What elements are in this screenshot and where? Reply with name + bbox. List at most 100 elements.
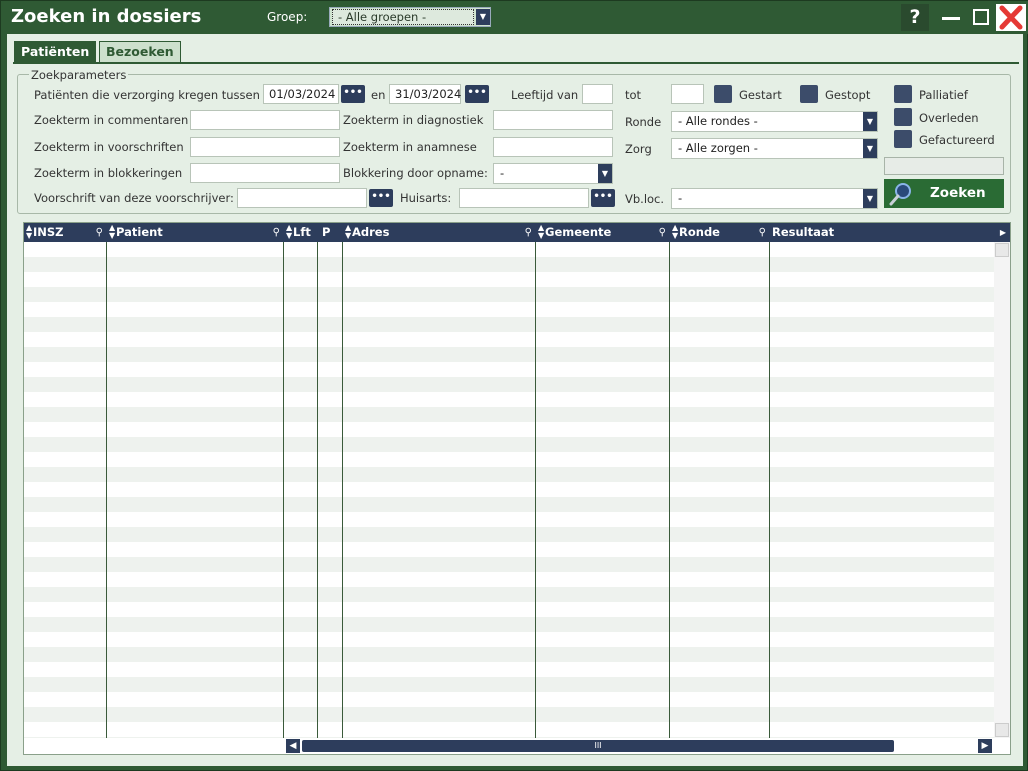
column-header-insz[interactable]: ▲ ▼ INSZ ⚲ bbox=[24, 223, 106, 242]
column-divider bbox=[535, 242, 536, 738]
vbloc-select[interactable]: - ▼ bbox=[671, 188, 878, 209]
overleden-checkbox[interactable] bbox=[894, 108, 912, 126]
ronde-label: Ronde bbox=[625, 115, 662, 129]
scroll-up-button[interactable] bbox=[995, 243, 1009, 257]
groep-select-value: - Alle groepen - bbox=[332, 9, 474, 25]
sort-icon: ▲ ▼ bbox=[538, 223, 545, 240]
column-header-gemeente[interactable]: ▲ ▼ Gemeente ⚲ bbox=[536, 223, 669, 242]
title-bar: Zoeken in dossiers Groep: - Alle groepen… bbox=[1, 1, 1028, 34]
sort-icon: ▲ ▼ bbox=[345, 223, 352, 240]
column-divider bbox=[106, 242, 107, 738]
date-from-input[interactable]: 01/03/2024 bbox=[263, 84, 339, 104]
vertical-scrollbar[interactable] bbox=[994, 242, 1010, 738]
gestart-checkbox[interactable] bbox=[714, 85, 732, 103]
verzorging-label: Patiënten die verzorging kregen tussen bbox=[34, 88, 260, 102]
zoeken-label: Zoeken bbox=[930, 185, 986, 201]
voorschrijver-label: Voorschrift van deze voorschrijver: bbox=[34, 191, 234, 205]
search-icon[interactable]: ⚲ bbox=[659, 223, 666, 242]
column-header-p[interactable]: P bbox=[318, 223, 342, 242]
anamnese-input[interactable] bbox=[493, 137, 613, 157]
tab-bezoeken[interactable]: Bezoeken bbox=[99, 41, 181, 63]
chevron-down-icon[interactable]: ▼ bbox=[598, 164, 612, 183]
maximize-button[interactable] bbox=[967, 4, 995, 31]
close-button[interactable] bbox=[996, 4, 1026, 31]
huisarts-label: Huisarts: bbox=[400, 191, 452, 205]
column-divider bbox=[769, 242, 770, 738]
column-header-resultaat[interactable]: Resultaat bbox=[770, 223, 994, 242]
overleden-label: Overleden bbox=[919, 111, 979, 125]
vbloc-select-value: - bbox=[678, 191, 683, 205]
horizontal-scroll-thumb[interactable]: III bbox=[302, 740, 894, 752]
groep-select[interactable]: - Alle groepen - ▼ bbox=[329, 7, 491, 27]
results-grid: ▲ ▼ INSZ ⚲ ▲ ▼ Patient ⚲ ▲ ▼ Lft P ▲ ▼ A… bbox=[23, 222, 1011, 755]
main-content: Patiënten Bezoeken Zoekparameters Patiën… bbox=[7, 34, 1023, 766]
zorg-select[interactable]: - Alle zorgen - ▼ bbox=[671, 138, 878, 159]
date-to-input[interactable]: 31/03/2024 bbox=[389, 84, 461, 104]
ronde-select-value: - Alle rondes - bbox=[678, 114, 758, 128]
leeftijd-tot-input[interactable] bbox=[671, 84, 704, 104]
tab-patienten[interactable]: Patiënten bbox=[14, 41, 97, 63]
date-to-picker-button[interactable]: ••• bbox=[465, 85, 489, 103]
search-dossiers-window: Zoeken in dossiers Groep: - Alle groepen… bbox=[0, 0, 1028, 771]
palliatief-checkbox[interactable] bbox=[894, 85, 912, 103]
grid-rows bbox=[24, 242, 994, 738]
gefactureerd-label: Gefactureerd bbox=[919, 133, 995, 147]
chevron-right-icon[interactable]: ▶ bbox=[978, 739, 992, 753]
diagnostiek-input[interactable] bbox=[493, 110, 613, 130]
ronde-select[interactable]: - Alle rondes - ▼ bbox=[671, 111, 878, 132]
huisarts-input[interactable] bbox=[459, 188, 589, 208]
zoeken-button[interactable]: Zoeken bbox=[884, 179, 1004, 208]
commentaren-label: Zoekterm in commentaren bbox=[34, 113, 189, 127]
gestopt-label: Gestopt bbox=[825, 88, 871, 102]
blokkeringen-label: Zoekterm in blokkeringen bbox=[34, 166, 183, 180]
column-header-adres[interactable]: ▲ ▼ Adres ⚲ bbox=[343, 223, 535, 242]
voorschriften-label: Zoekterm in voorschriften bbox=[34, 140, 184, 154]
voorschriften-input[interactable] bbox=[190, 137, 340, 157]
column-divider bbox=[317, 242, 318, 738]
blokkeringen-input[interactable] bbox=[190, 163, 340, 183]
tab-divider bbox=[13, 62, 1019, 64]
grid-header: ▲ ▼ INSZ ⚲ ▲ ▼ Patient ⚲ ▲ ▼ Lft P ▲ ▼ A… bbox=[24, 223, 1010, 242]
voorschrijver-picker-button[interactable]: ••• bbox=[369, 189, 393, 207]
search-icon[interactable]: ⚲ bbox=[96, 223, 103, 242]
gestopt-checkbox[interactable] bbox=[800, 85, 818, 103]
column-divider bbox=[283, 242, 284, 738]
search-icon[interactable]: ⚲ bbox=[273, 223, 280, 242]
leeftijd-van-input[interactable] bbox=[582, 84, 613, 104]
voorschrijver-input[interactable] bbox=[237, 188, 367, 208]
column-header-ronde[interactable]: ▲ ▼ Ronde ⚲ bbox=[670, 223, 769, 242]
sort-icon: ▲ ▼ bbox=[286, 223, 293, 240]
window-title: Zoeken in dossiers bbox=[11, 6, 202, 27]
zorg-label: Zorg bbox=[625, 142, 652, 156]
search-icon[interactable]: ⚲ bbox=[525, 223, 532, 242]
column-header-patient[interactable]: ▲ ▼ Patient ⚲ bbox=[107, 223, 283, 242]
help-button[interactable]: ? bbox=[901, 4, 929, 31]
gefactureerd-checkbox[interactable] bbox=[894, 130, 912, 148]
blokkering-opname-select[interactable]: - ▼ bbox=[493, 163, 613, 184]
blokkering-opname-label: Blokkering door opname: bbox=[343, 166, 488, 180]
blokkering-opname-value: - bbox=[500, 166, 505, 180]
chevron-down-icon[interactable]: ▼ bbox=[863, 112, 877, 131]
maximize-icon bbox=[973, 9, 989, 25]
commentaren-input[interactable] bbox=[190, 110, 340, 130]
horizontal-scrollbar[interactable]: ◀ III ▶ bbox=[286, 739, 994, 753]
chevron-down-icon[interactable]: ▼ bbox=[863, 139, 877, 158]
close-icon bbox=[999, 5, 1023, 30]
tot-label: tot bbox=[625, 88, 642, 102]
minimize-button[interactable] bbox=[937, 4, 965, 31]
chevron-down-icon[interactable]: ▼ bbox=[863, 189, 877, 208]
search-icon bbox=[889, 183, 911, 206]
column-divider bbox=[342, 242, 343, 738]
chevron-left-icon[interactable]: ◀ bbox=[286, 739, 300, 753]
diagnostiek-label: Zoekterm in diagnostiek bbox=[343, 113, 484, 127]
search-parameters-legend: Zoekparameters bbox=[29, 68, 129, 82]
column-header-lft[interactable]: ▲ ▼ Lft bbox=[284, 223, 317, 242]
date-from-picker-button[interactable]: ••• bbox=[341, 85, 365, 103]
huisarts-picker-button[interactable]: ••• bbox=[591, 189, 615, 207]
search-icon[interactable]: ⚲ bbox=[759, 223, 766, 242]
chevron-right-icon[interactable]: ▶ bbox=[996, 223, 1010, 242]
scroll-down-button[interactable] bbox=[995, 723, 1009, 737]
gestart-label: Gestart bbox=[739, 88, 782, 102]
zorg-select-value: - Alle zorgen - bbox=[678, 141, 758, 155]
chevron-down-icon[interactable]: ▼ bbox=[476, 9, 490, 25]
